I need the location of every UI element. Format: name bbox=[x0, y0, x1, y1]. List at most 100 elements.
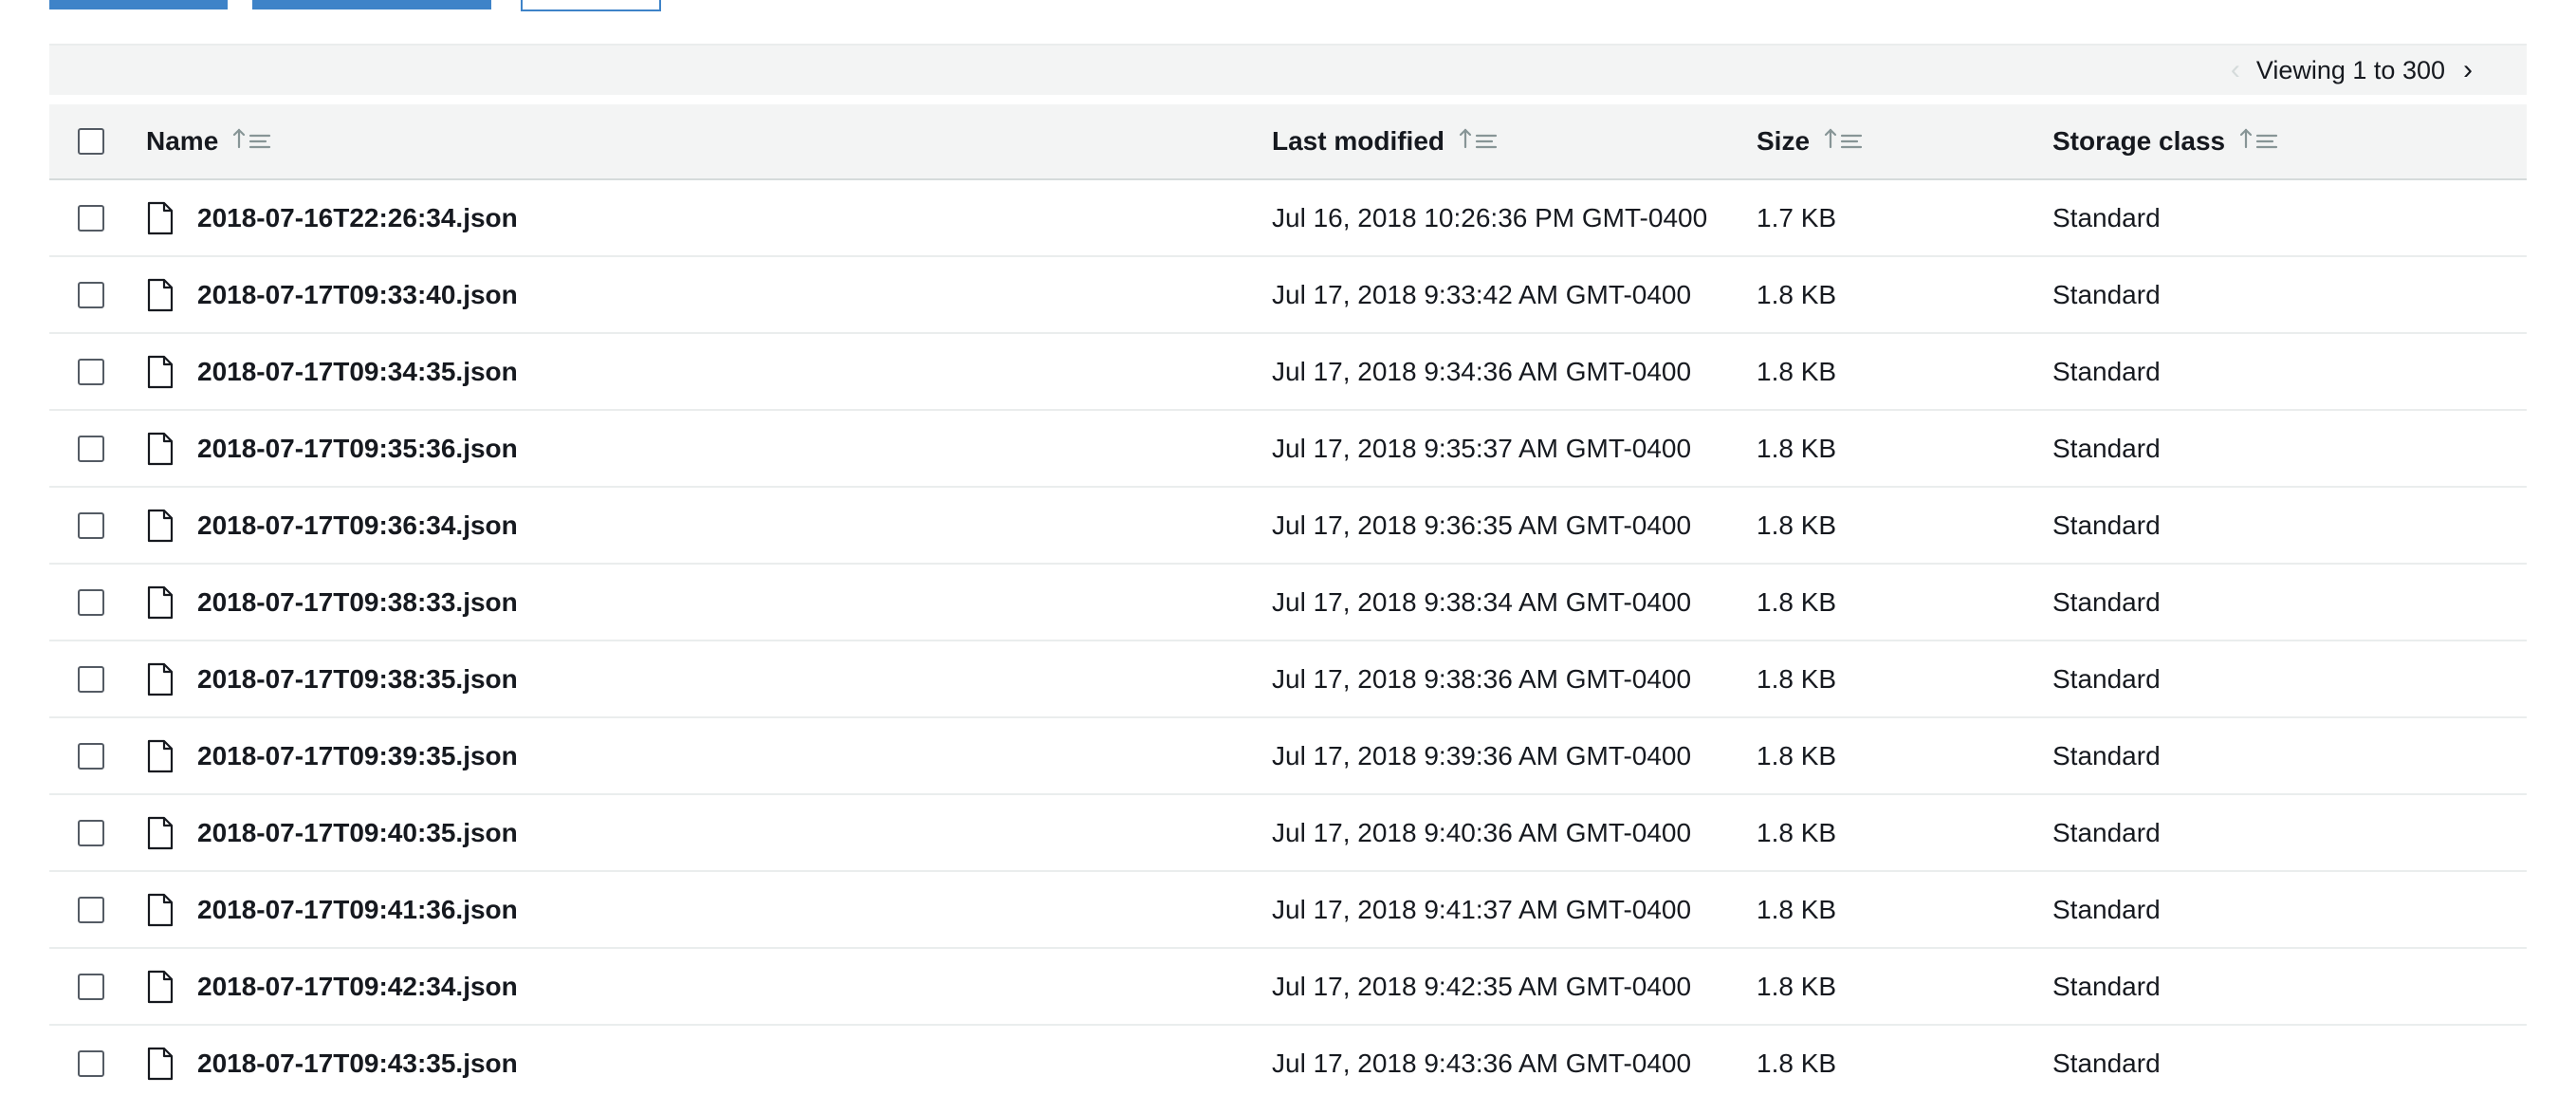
file-icon bbox=[147, 355, 174, 388]
row-checkbox[interactable] bbox=[78, 511, 104, 539]
last-modified-value: Jul 17, 2018 9:35:37 AM GMT-0400 bbox=[1272, 433, 1692, 463]
row-checkbox[interactable] bbox=[78, 435, 104, 462]
storage-class-value: Standard bbox=[2052, 356, 2161, 386]
row-checkbox[interactable] bbox=[78, 358, 104, 385]
object-name-link[interactable]: 2018-07-17T09:34:35.json bbox=[197, 357, 518, 387]
s3-object-list-page: ‹ Viewing 1 to 300 › Name Last modified … bbox=[0, 0, 2576, 1095]
file-icon bbox=[147, 893, 174, 926]
row-checkbox[interactable] bbox=[78, 588, 104, 616]
size-value: 1.8 KB bbox=[1757, 586, 1837, 617]
object-name-link[interactable]: 2018-07-17T09:42:34.json bbox=[197, 972, 518, 1002]
row-checkbox[interactable] bbox=[78, 742, 104, 770]
column-header-last-modified[interactable]: Last modified bbox=[1272, 104, 1498, 178]
table-row[interactable]: 2018-07-16T22:26:34.json Jul 16, 2018 10… bbox=[49, 180, 2527, 257]
storage-class-value: Standard bbox=[2052, 663, 2161, 694]
row-checkbox[interactable] bbox=[78, 665, 104, 693]
storage-class-value: Standard bbox=[2052, 279, 2161, 309]
last-modified-value: Jul 17, 2018 9:43:36 AM GMT-0400 bbox=[1272, 1048, 1692, 1078]
select-all-checkbox[interactable] bbox=[78, 128, 104, 155]
row-checkbox[interactable] bbox=[78, 281, 104, 308]
column-header-label: Size bbox=[1757, 126, 1811, 156]
object-name-link[interactable]: 2018-07-17T09:38:35.json bbox=[197, 664, 518, 695]
storage-class-value: Standard bbox=[2052, 433, 2161, 463]
sort-ascending-icon[interactable] bbox=[2238, 126, 2278, 157]
storage-class-value: Standard bbox=[2052, 740, 2161, 770]
table-header: Name Last modified Size Storage class bbox=[49, 104, 2527, 180]
object-name-link[interactable]: 2018-07-17T09:41:36.json bbox=[197, 895, 518, 925]
table-row[interactable]: 2018-07-17T09:33:40.json Jul 17, 2018 9:… bbox=[49, 257, 2527, 334]
last-modified-value: Jul 17, 2018 9:36:35 AM GMT-0400 bbox=[1272, 510, 1692, 540]
size-value: 1.8 KB bbox=[1757, 894, 1837, 924]
last-modified-value: Jul 17, 2018 9:41:37 AM GMT-0400 bbox=[1272, 894, 1692, 924]
row-checkbox[interactable] bbox=[78, 973, 104, 1000]
chevron-right-icon[interactable]: › bbox=[2458, 54, 2477, 86]
sort-ascending-icon[interactable] bbox=[1458, 126, 1498, 157]
table-row[interactable]: 2018-07-17T09:41:36.json Jul 17, 2018 9:… bbox=[49, 872, 2527, 949]
file-icon bbox=[147, 816, 174, 849]
storage-class-value: Standard bbox=[2052, 510, 2161, 540]
table-row[interactable]: 2018-07-17T09:36:34.json Jul 17, 2018 9:… bbox=[49, 488, 2527, 565]
row-checkbox[interactable] bbox=[78, 896, 104, 923]
row-checkbox[interactable] bbox=[78, 819, 104, 846]
size-value: 1.7 KB bbox=[1757, 202, 1837, 232]
object-name-link[interactable]: 2018-07-17T09:36:34.json bbox=[197, 510, 518, 541]
size-value: 1.8 KB bbox=[1757, 663, 1837, 694]
storage-class-value: Standard bbox=[2052, 1048, 2161, 1078]
table-row[interactable]: 2018-07-17T09:39:35.json Jul 17, 2018 9:… bbox=[49, 718, 2527, 795]
chevron-left-icon[interactable]: ‹ bbox=[2228, 54, 2243, 86]
size-value: 1.8 KB bbox=[1757, 356, 1837, 386]
last-modified-value: Jul 17, 2018 9:34:36 AM GMT-0400 bbox=[1272, 356, 1692, 386]
table-row[interactable]: 2018-07-17T09:42:34.json Jul 17, 2018 9:… bbox=[49, 949, 2527, 1026]
last-modified-value: Jul 17, 2018 9:33:42 AM GMT-0400 bbox=[1272, 279, 1692, 309]
column-header-label: Name bbox=[146, 126, 219, 156]
table-row[interactable]: 2018-07-17T09:43:35.json Jul 17, 2018 9:… bbox=[49, 1026, 2527, 1095]
object-name-link[interactable]: 2018-07-17T09:38:33.json bbox=[197, 587, 518, 618]
objects-table: Name Last modified Size Storage class 20… bbox=[49, 104, 2527, 1095]
table-body: 2018-07-16T22:26:34.json Jul 16, 2018 10… bbox=[49, 180, 2527, 1095]
file-icon bbox=[147, 739, 174, 772]
file-icon bbox=[147, 585, 174, 619]
size-value: 1.8 KB bbox=[1757, 1048, 1837, 1078]
sort-ascending-icon[interactable] bbox=[231, 126, 271, 157]
size-value: 1.8 KB bbox=[1757, 510, 1837, 540]
table-row[interactable]: 2018-07-17T09:38:35.json Jul 17, 2018 9:… bbox=[49, 641, 2527, 718]
object-name-link[interactable]: 2018-07-16T22:26:34.json bbox=[197, 203, 518, 233]
column-header-size[interactable]: Size bbox=[1757, 104, 1863, 178]
upload-button[interactable] bbox=[49, 0, 228, 9]
table-row[interactable]: 2018-07-17T09:38:33.json Jul 17, 2018 9:… bbox=[49, 565, 2527, 641]
file-icon bbox=[147, 662, 174, 696]
file-icon bbox=[147, 509, 174, 542]
file-icon bbox=[147, 201, 174, 234]
storage-class-value: Standard bbox=[2052, 894, 2161, 924]
file-icon bbox=[147, 970, 174, 1003]
pagination-bar: ‹ Viewing 1 to 300 › bbox=[49, 44, 2527, 95]
last-modified-value: Jul 16, 2018 10:26:36 PM GMT-0400 bbox=[1272, 202, 1708, 232]
size-value: 1.8 KB bbox=[1757, 433, 1837, 463]
last-modified-value: Jul 17, 2018 9:38:36 AM GMT-0400 bbox=[1272, 663, 1692, 694]
object-name-link[interactable]: 2018-07-17T09:43:35.json bbox=[197, 1049, 518, 1079]
column-header-storage-class[interactable]: Storage class bbox=[2052, 104, 2278, 178]
column-header-name[interactable]: Name bbox=[146, 104, 271, 178]
sort-ascending-icon[interactable] bbox=[1823, 126, 1863, 157]
actions-button[interactable] bbox=[521, 0, 661, 11]
pagination-label: Viewing 1 to 300 bbox=[2255, 55, 2445, 84]
last-modified-value: Jul 17, 2018 9:38:34 AM GMT-0400 bbox=[1272, 586, 1692, 617]
object-name-link[interactable]: 2018-07-17T09:39:35.json bbox=[197, 741, 518, 771]
table-row[interactable]: 2018-07-17T09:34:35.json Jul 17, 2018 9:… bbox=[49, 334, 2527, 411]
object-name-link[interactable]: 2018-07-17T09:35:36.json bbox=[197, 434, 518, 464]
table-row[interactable]: 2018-07-17T09:40:35.json Jul 17, 2018 9:… bbox=[49, 795, 2527, 872]
size-value: 1.8 KB bbox=[1757, 279, 1837, 309]
object-name-link[interactable]: 2018-07-17T09:33:40.json bbox=[197, 280, 518, 310]
file-icon bbox=[147, 278, 174, 311]
table-row[interactable]: 2018-07-17T09:35:36.json Jul 17, 2018 9:… bbox=[49, 411, 2527, 488]
object-name-link[interactable]: 2018-07-17T09:40:35.json bbox=[197, 818, 518, 848]
storage-class-value: Standard bbox=[2052, 202, 2161, 232]
pagination: ‹ Viewing 1 to 300 › bbox=[2228, 46, 2477, 95]
row-checkbox[interactable] bbox=[78, 204, 104, 232]
create-folder-button[interactable] bbox=[252, 0, 491, 9]
storage-class-value: Standard bbox=[2052, 817, 2161, 847]
size-value: 1.8 KB bbox=[1757, 971, 1837, 1001]
storage-class-value: Standard bbox=[2052, 971, 2161, 1001]
row-checkbox[interactable] bbox=[78, 1049, 104, 1077]
last-modified-value: Jul 17, 2018 9:42:35 AM GMT-0400 bbox=[1272, 971, 1692, 1001]
